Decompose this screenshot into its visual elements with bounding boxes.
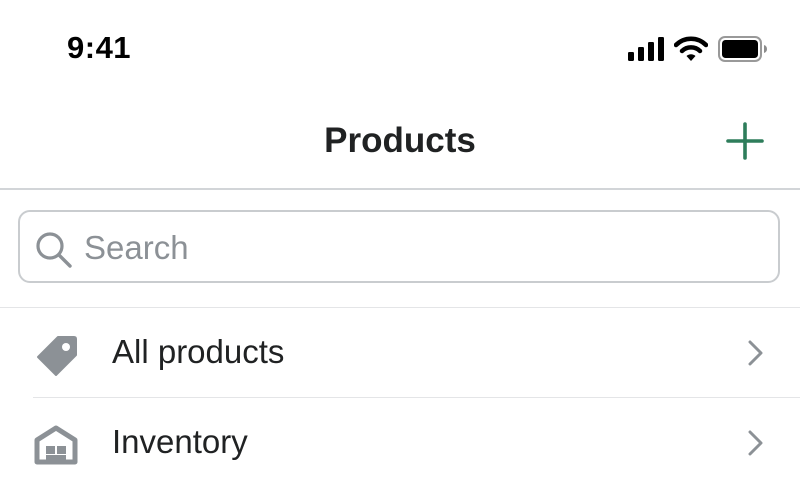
menu-item-label: Inventory bbox=[112, 423, 248, 460]
warehouse-icon bbox=[34, 425, 78, 465]
search-input[interactable] bbox=[84, 226, 764, 270]
status-time: 9:41 bbox=[67, 30, 132, 65]
status-bar: 9:41 bbox=[0, 0, 800, 100]
wifi-icon bbox=[673, 36, 709, 67]
chevron-right-icon bbox=[748, 430, 763, 456]
menu-item-label: All products bbox=[112, 333, 285, 370]
search-section bbox=[0, 190, 800, 308]
search-icon bbox=[36, 232, 72, 268]
menu-item-inventory[interactable]: Inventory bbox=[0, 398, 800, 488]
page-title: Products bbox=[324, 121, 476, 160]
add-product-button[interactable] bbox=[722, 118, 768, 164]
chevron-right-icon bbox=[748, 340, 763, 366]
plus-icon bbox=[726, 122, 764, 160]
battery-icon bbox=[718, 36, 768, 67]
nav-bar: Products bbox=[0, 100, 800, 190]
cellular-signal-icon bbox=[628, 37, 666, 66]
menu-item-all-products[interactable]: All products bbox=[0, 308, 800, 398]
tag-icon bbox=[37, 336, 77, 376]
search-field[interactable] bbox=[18, 210, 780, 283]
